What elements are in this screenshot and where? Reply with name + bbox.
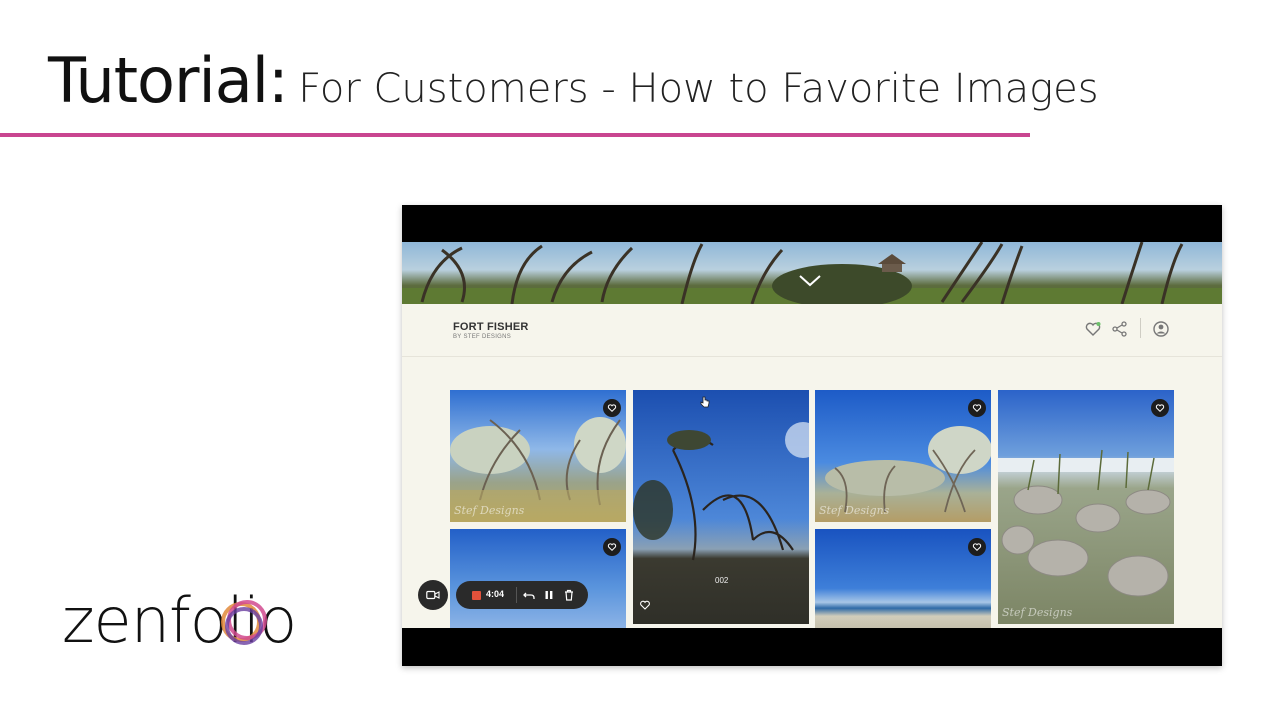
title-subtitle: For Customers - How to Favorite Images	[298, 66, 1099, 112]
favorite-heart-icon[interactable]	[639, 599, 651, 611]
pause-icon[interactable]	[542, 588, 556, 602]
trash-icon[interactable]	[562, 588, 576, 602]
hand-cursor-icon	[700, 396, 710, 408]
image-number: 002	[715, 576, 729, 585]
share-icon[interactable]	[1111, 320, 1129, 338]
camera-toggle-button[interactable]	[418, 580, 448, 610]
gallery-title: FORT FISHER	[453, 321, 529, 333]
camera-icon	[426, 590, 440, 600]
gallery-byline: BY STEF DESIGNS	[453, 334, 512, 340]
favorite-heart-icon[interactable]	[603, 399, 621, 417]
favorite-heart-icon[interactable]	[1151, 399, 1169, 417]
watermark: Stef Designs	[1002, 606, 1073, 619]
gallery-image[interactable]	[450, 529, 626, 628]
gallery-image[interactable]: Stef Designs	[815, 390, 991, 522]
recording-toolbar: 4:04	[456, 581, 588, 609]
chevron-down-icon[interactable]	[798, 274, 822, 288]
gallery-banner	[402, 242, 1222, 304]
gallery-image[interactable]	[815, 529, 991, 628]
favorite-heart-icon[interactable]	[603, 538, 621, 556]
favorite-heart-icon[interactable]	[968, 538, 986, 556]
account-icon[interactable]	[1152, 320, 1170, 338]
watermark: Stef Designs	[819, 504, 890, 517]
favorite-heart-icon[interactable]	[968, 399, 986, 417]
gallery-header: FORT FISHER BY STEF DESIGNS	[402, 304, 1222, 357]
watermark: Stef Designs	[454, 504, 525, 517]
recording-time: 4:04	[486, 589, 505, 599]
header-divider	[1140, 318, 1141, 338]
gallery-image[interactable]: 002	[633, 390, 809, 624]
favorites-heart-icon[interactable]	[1084, 320, 1102, 338]
toolbar-divider	[516, 587, 517, 603]
title-main: Tutorial:	[48, 44, 289, 117]
gallery-screen: FORT FISHER BY STEF DESIGNS Stef Designs…	[402, 242, 1222, 628]
zenfolio-logo: zenfolio	[62, 576, 352, 676]
title-underline	[0, 133, 1030, 137]
slide-title: Tutorial: For Customers - How to Favorit…	[48, 44, 1099, 117]
gallery-image[interactable]: Stef Designs	[998, 390, 1174, 624]
stop-icon[interactable]	[472, 591, 481, 600]
undo-icon[interactable]	[522, 588, 536, 602]
gallery-image[interactable]: Stef Designs	[450, 390, 626, 522]
